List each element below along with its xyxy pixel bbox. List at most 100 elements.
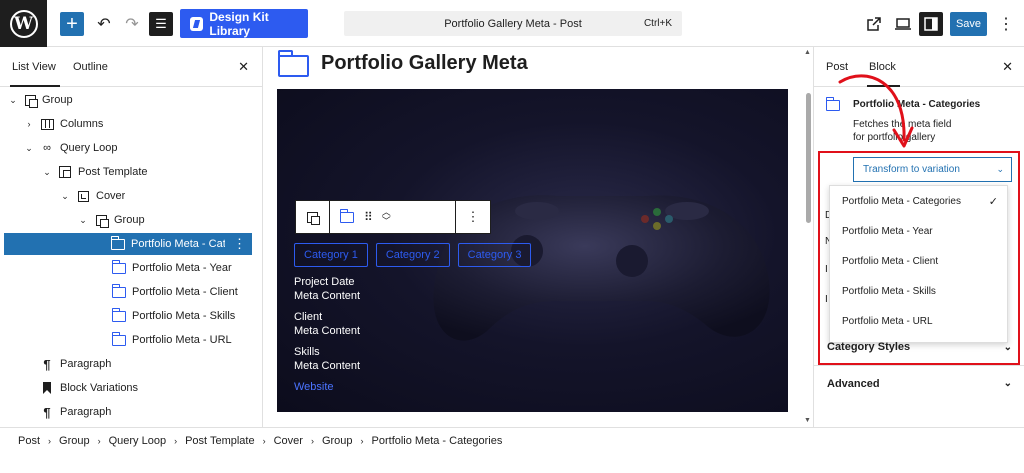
folder-icon	[111, 283, 126, 298]
list-item-selected[interactable]: Portfolio Meta - Categories ⋮	[4, 233, 252, 255]
variation-option[interactable]: Portfolio Meta - Categories ✓	[830, 186, 1007, 216]
wordpress-icon: W	[9, 9, 38, 38]
breadcrumb-item[interactable]: Post Template	[185, 435, 255, 447]
category-chip[interactable]: Category 3	[457, 243, 532, 267]
settings-toggle-button[interactable]	[919, 12, 943, 36]
variation-option-label: Portfolio Meta - URL	[842, 315, 933, 327]
document-overview-button[interactable]: ☰	[149, 12, 173, 36]
panel-title: Advanced	[827, 377, 880, 390]
meta-label: Project Date	[294, 276, 355, 288]
breadcrumb-item[interactable]: Group	[322, 435, 353, 447]
tab-list-view[interactable]: List View	[10, 61, 60, 87]
block-mover[interactable]: ︿ ﹀	[382, 208, 391, 226]
panel-advanced[interactable]: Advanced ⌄	[814, 365, 1024, 401]
scroll-thumb[interactable]	[806, 93, 811, 223]
list-item[interactable]: Block Variations	[0, 377, 253, 399]
more-vertical-icon: ⋮	[998, 16, 1014, 33]
variation-dropdown: Portfolio Meta - Categories ✓ Portfolio …	[829, 185, 1008, 343]
preview-button[interactable]	[891, 12, 915, 36]
list-item[interactable]: ⌄ Group	[0, 209, 253, 231]
list-item-label: Paragraph	[60, 358, 112, 370]
scroll-up-icon[interactable]: ▲	[804, 49, 811, 56]
list-item[interactable]: Portfolio Meta - URL	[0, 329, 253, 351]
document-title: Portfolio Gallery Meta - Post	[444, 17, 582, 30]
list-item[interactable]: ⌄ Post Template	[0, 161, 253, 183]
list-item[interactable]: › Columns	[0, 113, 253, 135]
breadcrumb-item: Portfolio Meta - Categories	[371, 435, 503, 447]
list-item-label: Columns	[60, 118, 104, 130]
chevron-right-icon: ›	[97, 436, 101, 446]
tab-outline[interactable]: Outline	[73, 61, 108, 73]
website-link[interactable]: Website	[294, 380, 360, 394]
variation-option[interactable]: Portfolio Meta - Skills	[830, 276, 1007, 306]
chevron-right-icon: ›	[174, 436, 178, 446]
red-arrow-annotation	[838, 74, 914, 148]
block-breadcrumb-bar: Post › Group › Query Loop › Post Templat…	[0, 427, 1024, 473]
list-item-label: Portfolio Meta - URL	[132, 334, 232, 346]
chevron-down-icon: ⌄	[1003, 341, 1012, 353]
chevron-down-icon[interactable]: ﹀	[382, 217, 391, 226]
chevron-down-icon[interactable]: ⌄	[42, 167, 52, 178]
list-item-label: Portfolio Meta - Year	[132, 262, 232, 274]
list-item[interactable]: Portfolio Meta - Skills	[0, 305, 253, 327]
block-toolbar: ⠿ ︿ ﹀ ⋮	[295, 200, 491, 234]
list-item[interactable]: ⌄ ∞ Query Loop	[0, 137, 253, 159]
breadcrumb-item[interactable]: Post	[18, 435, 40, 447]
list-view-icon: ☰	[155, 16, 167, 31]
variation-option-label: Portfolio Meta - Categories	[842, 195, 961, 207]
undo-button[interactable]: ↶	[92, 12, 116, 36]
post-title-text[interactable]: Portfolio Gallery Meta	[321, 52, 528, 75]
panel-category-styles[interactable]: Category Styles ⌄	[814, 329, 1024, 365]
chevron-down-icon[interactable]: ⌄	[78, 215, 88, 226]
breadcrumb-item[interactable]: Cover	[274, 435, 303, 447]
save-button[interactable]: Save	[950, 12, 987, 36]
drag-handle-icon[interactable]: ⠿	[364, 210, 373, 224]
breadcrumb-item[interactable]: Group	[59, 435, 90, 447]
list-item[interactable]: ⌄ Cover	[0, 185, 253, 207]
chevron-down-icon: ⌄	[996, 164, 1004, 174]
cover-block[interactable]: ⠿ ︿ ﹀ ⋮ Category 1 Category 2 Category 3…	[277, 89, 788, 412]
category-chip[interactable]: Category 2	[375, 243, 450, 267]
document: Portfolio Gallery Meta ⠿ ︿ ﹀ ⋮ Category …	[264, 47, 801, 427]
redo-button[interactable]: ↷	[120, 12, 144, 36]
select-parent-button[interactable]	[296, 201, 330, 233]
add-block-button[interactable]: +	[60, 12, 84, 36]
wordpress-logo-button[interactable]: W	[0, 0, 47, 47]
view-post-button[interactable]	[862, 12, 886, 36]
list-item-label: Query Loop	[60, 142, 118, 154]
design-kit-library-button[interactable]: Design Kit Library	[180, 9, 308, 38]
post-title[interactable]: Portfolio Gallery Meta	[278, 49, 528, 77]
close-list-view-button[interactable]: ✕	[238, 59, 249, 75]
options-button[interactable]: ⋮	[994, 12, 1018, 36]
chevron-down-icon[interactable]: ⌄	[8, 95, 18, 106]
block-type-switcher[interactable]: ⠿ ︿ ﹀	[330, 201, 456, 233]
design-kit-library-label: Design Kit Library	[209, 9, 269, 38]
block-options-button[interactable]: ⋮	[456, 201, 490, 233]
chevron-down-icon[interactable]: ⌄	[24, 143, 34, 154]
list-item-label: Portfolio Meta - Categories	[131, 238, 225, 250]
variation-option[interactable]: Portfolio Meta - Client	[830, 246, 1007, 276]
list-item[interactable]: ¶ Paragraph	[0, 353, 253, 375]
meta-value: Meta Content	[294, 360, 361, 372]
command-palette-bar[interactable]: Portfolio Gallery Meta - Post Ctrl+K	[344, 11, 682, 36]
list-item-label: Post Template	[78, 166, 148, 178]
category-chip[interactable]: Category 1	[294, 243, 368, 267]
list-item[interactable]: ⌄ Group	[0, 89, 253, 111]
close-settings-button[interactable]: ✕	[1002, 59, 1013, 75]
folder-icon	[111, 259, 126, 274]
list-item[interactable]: Portfolio Meta - Client	[0, 281, 253, 303]
scroll-down-icon[interactable]: ▼	[804, 417, 811, 424]
list-item[interactable]: Portfolio Meta - Year	[0, 257, 253, 279]
block-options-icon[interactable]: ⋮	[233, 236, 246, 252]
list-item[interactable]: ¶ Paragraph	[0, 401, 253, 423]
design-kit-logo-icon	[190, 16, 204, 31]
breadcrumb-item[interactable]: Query Loop	[109, 435, 166, 447]
list-item-label: Portfolio Meta - Skills	[132, 310, 236, 322]
chevron-right-icon: ›	[48, 436, 52, 446]
canvas-scrollbar[interactable]: ▲ ▼	[803, 47, 813, 427]
paragraph-icon: ¶	[43, 404, 51, 420]
chevron-down-icon[interactable]: ⌄	[60, 191, 70, 202]
chevron-right-icon[interactable]: ›	[24, 119, 34, 129]
variation-option[interactable]: Portfolio Meta - Year	[830, 216, 1007, 246]
transform-variation-select[interactable]: Transform to variation ⌄	[853, 157, 1012, 182]
